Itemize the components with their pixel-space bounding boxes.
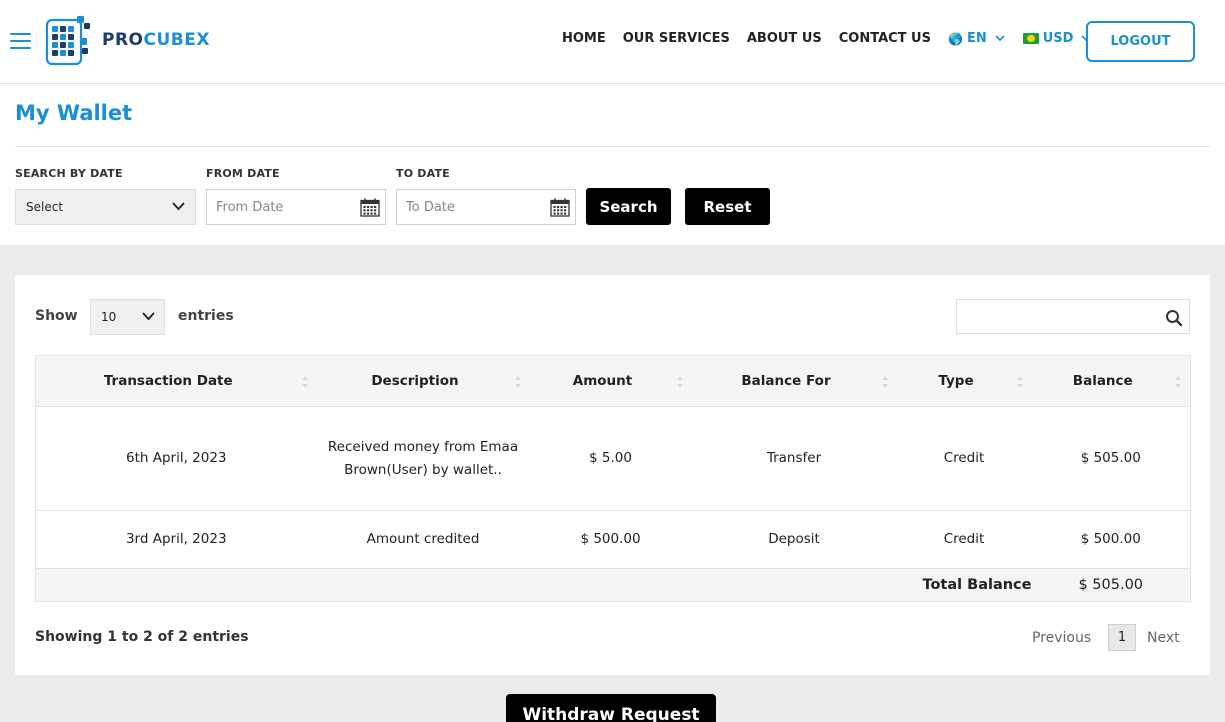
column-label: Balance For	[741, 373, 831, 389]
from-date-label: FROM DATE	[206, 167, 280, 180]
currency-value: USD	[1042, 31, 1074, 46]
brand-name: PROCUBEX	[102, 30, 210, 50]
total-balance-row: Total Balance $ 505.00	[35, 568, 1191, 602]
main-nav: HOME OUR SERVICES ABOUT US CONTACT US 🌎 …	[562, 31, 1109, 46]
show-label: Show	[35, 308, 78, 324]
to-date-label: TO DATE	[396, 167, 450, 180]
column-header-type[interactable]: Type	[896, 355, 1032, 407]
withdraw-request-button[interactable]: Withdraw Request	[506, 694, 716, 722]
search-by-date-value: Select	[26, 200, 64, 214]
reset-button[interactable]: Reset	[685, 188, 770, 225]
table-summary: Showing 1 to 2 of 2 entries	[35, 629, 249, 645]
column-header-amount[interactable]: Amount	[529, 355, 692, 407]
table-row: 3rd April, 2023 Amount credited $ 500.00…	[35, 510, 1191, 569]
entries-per-page-select[interactable]: 10	[90, 299, 165, 335]
from-date-input[interactable]	[216, 191, 356, 223]
cell-description: Received money from Emaa Brown(User) by …	[316, 406, 530, 511]
sort-icon	[676, 376, 683, 388]
flag-icon	[1022, 33, 1039, 44]
sort-icon	[881, 376, 888, 388]
brand-name-part1: PRO	[102, 30, 144, 50]
transactions-table: Transaction Date Description Amount Bala…	[35, 355, 1191, 602]
globe-icon: 🌎	[947, 31, 963, 46]
search-by-date-select[interactable]: Select	[15, 189, 196, 225]
column-header-balance[interactable]: Balance	[1031, 355, 1191, 407]
calendar-icon[interactable]	[550, 198, 570, 217]
table-header-row: Transaction Date Description Amount Bala…	[35, 355, 1191, 407]
cell-amount: $ 5.00	[529, 406, 692, 511]
to-date-field	[396, 189, 576, 225]
column-label: Balance	[1072, 373, 1133, 389]
menu-icon[interactable]	[10, 33, 31, 50]
divider	[15, 146, 1210, 147]
previous-page-button[interactable]: Previous	[1032, 630, 1091, 646]
table-search-input[interactable]	[963, 300, 1158, 331]
site-header: PROCUBEX HOME OUR SERVICES ABOUT US CONT…	[0, 0, 1225, 84]
page-1-button[interactable]: 1	[1108, 624, 1136, 651]
logout-button[interactable]: LOGOUT	[1086, 21, 1195, 62]
cell-description: Amount credited	[316, 510, 530, 569]
cell-balance: $ 500.00	[1031, 510, 1191, 569]
column-label: Description	[371, 373, 459, 389]
cell-balance: $ 505.00	[1031, 406, 1191, 511]
calendar-icon[interactable]	[360, 198, 380, 217]
entries-value: 10	[101, 310, 117, 324]
cell-balance-for: Deposit	[691, 510, 897, 569]
search-by-date-label: SEARCH BY DATE	[15, 167, 123, 180]
table-search-field	[956, 299, 1190, 334]
search-icon[interactable]	[1165, 309, 1183, 327]
page-title: My Wallet	[15, 101, 133, 125]
sort-icon	[514, 376, 521, 388]
cube-logo-icon	[45, 16, 90, 66]
to-date-input[interactable]	[406, 191, 546, 223]
chevron-down-icon	[172, 202, 185, 211]
sort-icon	[1016, 376, 1023, 388]
column-label: Type	[938, 373, 974, 389]
currency-dropdown[interactable]: USD	[1022, 31, 1092, 46]
entries-label: entries	[178, 308, 234, 324]
column-label: Transaction Date	[103, 373, 233, 389]
cell-date: 3rd April, 2023	[35, 510, 317, 569]
next-page-button[interactable]: Next	[1147, 630, 1180, 646]
total-balance-value: $ 505.00	[1031, 568, 1191, 602]
language-value: EN	[966, 31, 987, 46]
column-header-transaction-date[interactable]: Transaction Date	[35, 355, 317, 407]
chevron-down-icon	[142, 312, 155, 321]
from-date-field	[206, 189, 386, 225]
total-balance-label: Total Balance	[35, 568, 1032, 602]
nav-home[interactable]: HOME	[562, 31, 606, 46]
brand-name-part2: CUBEX	[143, 30, 210, 50]
brand-logo[interactable]: PROCUBEX	[44, 14, 210, 66]
cell-date: 6th April, 2023	[35, 406, 317, 511]
nav-our-services[interactable]: OUR SERVICES	[623, 31, 730, 46]
cell-balance-for: Transfer	[691, 406, 897, 511]
language-dropdown[interactable]: 🌎 EN	[948, 31, 1005, 46]
table-row: 6th April, 2023 Received money from Emaa…	[35, 406, 1191, 511]
chevron-down-icon	[995, 35, 1005, 42]
sort-icon	[1175, 376, 1181, 388]
column-header-description[interactable]: Description	[316, 355, 530, 407]
column-label: Amount	[572, 373, 633, 389]
column-header-balance-for[interactable]: Balance For	[691, 355, 897, 407]
sort-icon	[301, 376, 308, 388]
nav-about-us[interactable]: ABOUT US	[747, 31, 822, 46]
nav-contact-us[interactable]: CONTACT US	[839, 31, 931, 46]
cell-type: Credit	[896, 406, 1032, 511]
cell-amount: $ 500.00	[529, 510, 692, 569]
search-button[interactable]: Search	[586, 188, 671, 225]
cell-type: Credit	[896, 510, 1032, 569]
